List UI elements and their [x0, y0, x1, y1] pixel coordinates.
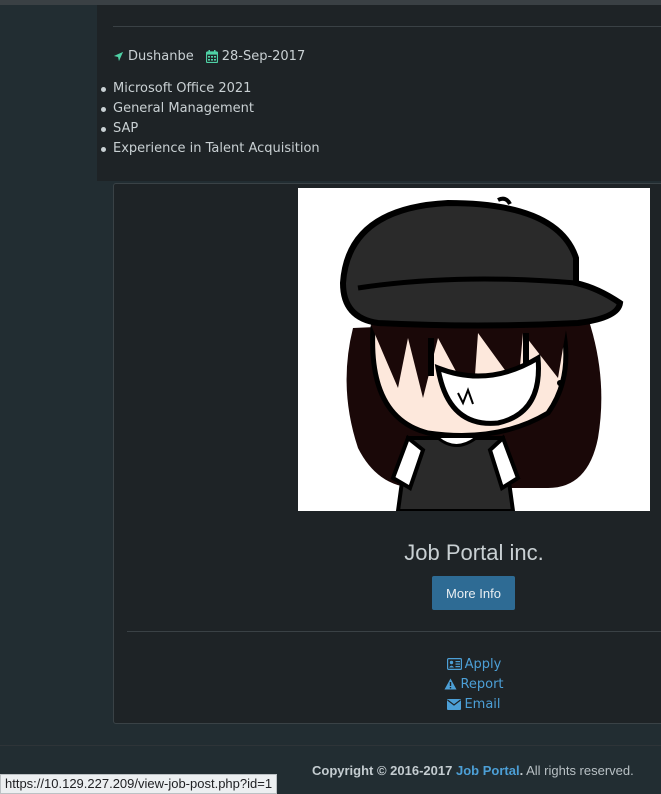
report-link[interactable]: Report: [114, 674, 661, 694]
report-label: Report: [460, 676, 504, 692]
id-card-icon: [446, 658, 462, 670]
job-location: Dushanbe: [128, 49, 194, 64]
divider: [113, 26, 661, 27]
company-card: Job Portal inc. More Info Apply Report E…: [113, 183, 661, 724]
divider: [127, 631, 661, 632]
list-item: SAP: [101, 119, 320, 139]
email-label: Email: [464, 696, 501, 712]
location-arrow-icon: [113, 51, 124, 62]
job-details-panel: Dushanbe 28-Sep-2017 Microsoft Office 20…: [97, 5, 661, 181]
email-link[interactable]: Email: [114, 694, 661, 714]
envelope-icon: [447, 698, 462, 710]
footer: Copyright © 2016-2017 Job Portal. All ri…: [312, 763, 634, 778]
status-bar-url: https://10.129.227.209/view-job-post.php…: [0, 774, 278, 794]
company-actions: Apply Report Email: [114, 654, 661, 714]
left-gutter: [0, 5, 97, 745]
skills-list: Microsoft Office 2021 General Management…: [101, 79, 320, 159]
job-meta: Dushanbe 28-Sep-2017: [113, 49, 305, 64]
calendar-icon: [205, 50, 218, 63]
company-name: Job Portal inc.: [404, 540, 544, 565]
list-item: General Management: [101, 99, 320, 119]
more-info-button[interactable]: More Info: [432, 576, 515, 610]
list-item: Experience in Talent Acquisition: [101, 139, 320, 159]
copyright-text: Copyright © 2016-2017: [312, 763, 453, 778]
footer-rights: All rights reserved.: [526, 763, 634, 778]
footer-divider: [0, 745, 661, 746]
footer-brand-link[interactable]: Job Portal: [456, 763, 520, 778]
apply-link[interactable]: Apply: [114, 654, 661, 674]
warning-icon: [444, 678, 457, 690]
company-logo: [298, 188, 650, 511]
job-date: 28-Sep-2017: [221, 49, 306, 64]
list-item: Microsoft Office 2021: [101, 79, 320, 99]
apply-label: Apply: [464, 656, 502, 672]
